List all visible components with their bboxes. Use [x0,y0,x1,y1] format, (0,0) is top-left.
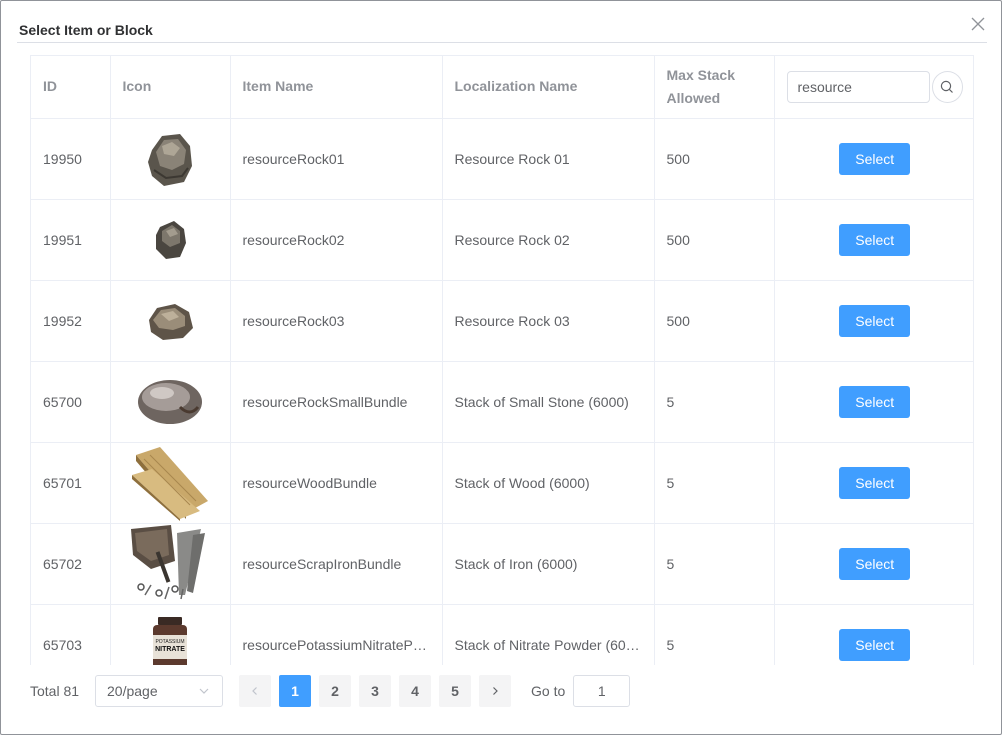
items-table: ID Icon Item Name Localization Name Max … [30,55,974,665]
jar-label-line-2: NITRATE [155,646,185,653]
cell-icon: POTASSIUM NITRATE [110,604,231,665]
rock-icon [148,133,192,186]
column-header-id: ID [31,56,111,119]
page-button-4[interactable]: 4 [399,675,431,707]
table-row: 65701 resourceWoodBundle Stack of Wood (… [31,442,973,524]
search-icon [941,80,954,93]
cell-item-name: resourcePotassiumNitrateP… [230,604,443,665]
wood-planks-icon [132,446,208,521]
cell-action: Select [774,199,973,281]
cell-action: Select [774,118,973,200]
prev-page-button[interactable] [239,675,271,707]
cell-icon [110,442,231,524]
cell-item-name: resourceRock02 [230,199,443,281]
select-button[interactable]: Select [839,223,911,256]
column-header-localization-name: Localization Name [442,56,655,119]
table-row: 65703 POTASSIUM NITRATE resourcePotassiu… [31,604,973,665]
cell-action: Select [774,604,973,665]
page-button-3[interactable]: 3 [359,675,391,707]
cell-max-stack: 5 [654,523,775,605]
cell-icon [110,361,231,443]
cell-localization-name: Resource Rock 02 [442,199,655,281]
jar-label-line-1: POTASSIUM [155,639,184,645]
select-button[interactable]: Select [839,628,911,661]
cell-item-name: resourceRockSmallBundle [230,361,443,443]
select-button[interactable]: Select [839,142,911,175]
cell-id: 19952 [31,280,111,362]
search-header-cell [774,56,973,119]
cell-id: 65702 [31,523,111,605]
cell-action: Select [774,361,973,443]
cell-item-name: resourceScrapIronBundle [230,523,443,605]
cell-item-name: resourceRock01 [230,118,443,200]
table-row: 19950 resourceRock01 Resource Rock 01 50… [31,118,973,200]
chevron-left-icon [252,687,257,695]
close-icon[interactable] [969,15,987,33]
cell-id: 65703 [31,604,111,665]
cell-max-stack: 5 [654,361,775,443]
cell-id: 19951 [31,199,111,281]
cell-item-name: resourceRock03 [230,280,443,362]
title-divider [17,42,987,43]
select-button[interactable]: Select [839,304,911,337]
column-header-icon: Icon [110,56,231,119]
page-button-2[interactable]: 2 [319,675,351,707]
stone-icon [138,379,202,424]
cell-max-stack: 500 [654,199,775,281]
cell-max-stack: 500 [654,118,775,200]
cell-action: Select [774,442,973,524]
iron-scrap-icon [131,524,205,599]
select-button[interactable]: Select [839,466,911,499]
table-row: 19951 resourceRock02 Resource Rock 02 50… [31,199,973,281]
total-count: Total 81 [30,683,80,699]
page-button-5[interactable]: 5 [439,675,471,707]
cell-action: Select [774,523,973,605]
cell-id: 65701 [31,442,111,524]
rock-icon [149,303,193,340]
cell-localization-name: Stack of Iron (6000) [442,523,655,605]
page-size-value: 20/page [107,683,158,699]
select-button[interactable]: Select [839,385,911,418]
cell-max-stack: 500 [654,280,775,362]
cell-icon [110,280,231,362]
cell-max-stack: 5 [654,604,775,665]
rock-icon [156,220,186,259]
cell-max-stack: 5 [654,442,775,524]
column-header-item-name: Item Name [230,56,443,119]
cell-localization-name: Resource Rock 03 [442,280,655,362]
search-input[interactable] [786,70,930,103]
cell-icon [110,118,231,200]
table-row: 65700 resourceRockSmallBundle Stack of S… [31,361,973,443]
goto-label: Go to [531,683,566,699]
table-row: 19952 resourceRock03 Resource Rock 03 50… [31,280,973,362]
select-item-dialog: Select Item or Block ID Icon Item Name L… [0,0,1002,735]
cell-action: Select [774,280,973,362]
table-row: 65702 resourceScrapIronBundle Stack of I… [31,523,973,605]
page-button-1[interactable]: 1 [279,675,311,707]
next-page-button[interactable] [479,675,511,707]
cell-id: 19950 [31,118,111,200]
cell-localization-name: Stack of Small Stone (6000) [442,361,655,443]
pagination: Total 81 20/page 1 2 3 4 5 Go to [30,675,631,707]
cell-id: 65700 [31,361,111,443]
chevron-down-icon [199,688,209,694]
cell-icon [110,199,231,281]
cell-item-name: resourceWoodBundle [230,442,443,524]
goto-page-input[interactable] [573,675,631,707]
cell-localization-name: Stack of Wood (6000) [442,442,655,524]
cell-localization-name: Resource Rock 01 [442,118,655,200]
select-button[interactable]: Select [839,547,911,580]
column-header-max-stack: Max Stack Allowed [654,56,775,119]
cell-icon [110,523,231,605]
dialog-title: Select Item or Block [19,22,153,38]
table-header-row: ID Icon Item Name Localization Name Max … [31,56,973,119]
page-size-select[interactable]: 20/page [95,675,223,707]
cell-localization-name: Stack of Nitrate Powder (60… [442,604,655,665]
goto-page: Go to [531,675,631,707]
search-button[interactable] [931,70,963,103]
chevron-right-icon [493,687,498,695]
nitrate-jar-icon: POTASSIUM NITRATE [153,616,187,665]
